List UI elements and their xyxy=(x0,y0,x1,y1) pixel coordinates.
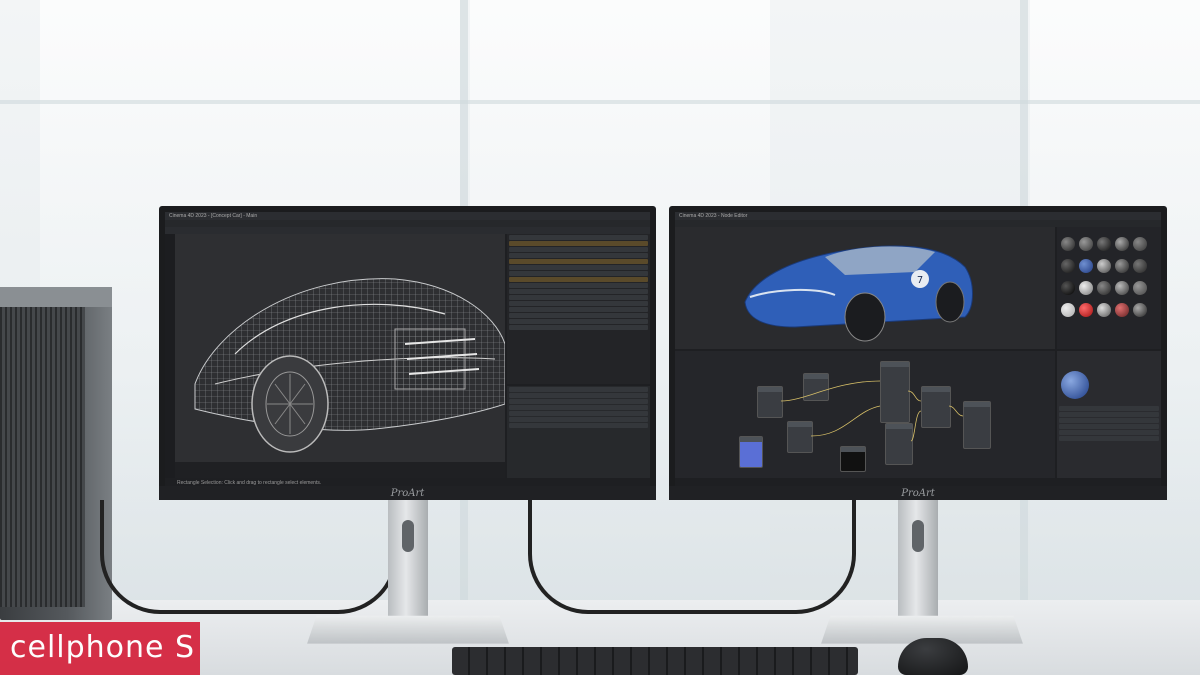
material-swatch[interactable] xyxy=(1115,281,1129,295)
attribute-manager[interactable] xyxy=(507,386,650,478)
material-swatch[interactable] xyxy=(1097,237,1111,251)
proart-logo: ProArt xyxy=(390,488,425,499)
left-screen: Cinema 4D 2023 - [Concept Car] - Main Re… xyxy=(165,212,650,486)
material-swatch[interactable] xyxy=(1133,281,1147,295)
window-title: Cinema 4D 2023 - Node Editor xyxy=(679,213,748,219)
material-swatch[interactable] xyxy=(1097,259,1111,273)
node-connections xyxy=(780,380,964,442)
wireframe-car xyxy=(194,278,506,453)
monitor-chin: ProArt xyxy=(159,486,656,500)
rear-wheel xyxy=(935,281,965,323)
window-titlebar: Cinema 4D 2023 - [Concept Car] - Main xyxy=(165,212,650,220)
material-swatch[interactable] xyxy=(1115,259,1129,273)
material-swatch[interactable] xyxy=(1133,237,1147,251)
right-screen: Cinema 4D 2023 - Node Editor 7 xyxy=(675,212,1161,486)
material-swatch[interactable] xyxy=(1097,303,1111,317)
rear-vent xyxy=(394,328,466,390)
material-swatch[interactable] xyxy=(1097,281,1111,295)
material-swatch[interactable] xyxy=(1061,259,1075,273)
rendered-car: 7 xyxy=(744,245,973,342)
material-swatch[interactable] xyxy=(1079,237,1093,251)
brand-text: cellphone S xyxy=(10,630,196,665)
left-stand-neck xyxy=(388,498,428,622)
right-stand-cable-hole xyxy=(912,520,924,552)
front-wheel xyxy=(844,292,886,342)
material-browser[interactable] xyxy=(1057,227,1161,349)
right-stand-neck xyxy=(898,498,938,622)
3d-viewport[interactable] xyxy=(175,234,506,462)
properties-panel[interactable] xyxy=(1057,351,1161,478)
material-swatch[interactable] xyxy=(1115,237,1129,251)
monitor-chin: ProArt xyxy=(669,486,1167,500)
window-titlebar: Cinema 4D 2023 - Node Editor xyxy=(675,212,1161,220)
material-swatch[interactable] xyxy=(1115,303,1129,317)
render-viewport[interactable]: 7 xyxy=(675,227,1055,349)
node-editor[interactable] xyxy=(675,351,1055,478)
material-swatch[interactable] xyxy=(1061,303,1075,317)
material-swatch[interactable] xyxy=(1133,259,1147,273)
brand-watermark: cellphone S xyxy=(0,622,200,675)
toolbar[interactable] xyxy=(165,227,650,234)
background-frame xyxy=(0,100,1200,104)
material-swatch[interactable] xyxy=(1079,281,1093,295)
menu-bar[interactable] xyxy=(165,220,650,227)
car-number: 7 xyxy=(917,275,923,286)
left-stand-cable-hole xyxy=(402,520,414,552)
material-swatch[interactable] xyxy=(1079,303,1093,317)
right-monitor: Cinema 4D 2023 - Node Editor 7 ProArt xyxy=(669,206,1167,500)
keyboard xyxy=(452,647,858,675)
tool-palette[interactable] xyxy=(165,234,175,478)
left-monitor: Cinema 4D 2023 - [Concept Car] - Main Re… xyxy=(159,206,656,500)
proart-logo: ProArt xyxy=(901,488,935,499)
monitor-cable xyxy=(100,500,398,614)
object-manager[interactable] xyxy=(507,234,650,384)
pc-tower xyxy=(0,287,112,620)
tower-top xyxy=(0,287,112,307)
material-swatch[interactable] xyxy=(1061,281,1075,295)
monitor-cable xyxy=(528,500,856,614)
material-swatch[interactable] xyxy=(1133,303,1147,317)
material-swatch[interactable] xyxy=(1079,259,1093,273)
tower-grill xyxy=(0,307,85,607)
window-title: Cinema 4D 2023 - [Concept Car] - Main xyxy=(169,213,258,219)
menu-bar[interactable] xyxy=(675,220,1161,227)
material-swatch[interactable] xyxy=(1061,237,1075,251)
timeline[interactable] xyxy=(175,462,505,478)
left-stand-base xyxy=(307,615,509,644)
material-preview xyxy=(1061,371,1089,399)
